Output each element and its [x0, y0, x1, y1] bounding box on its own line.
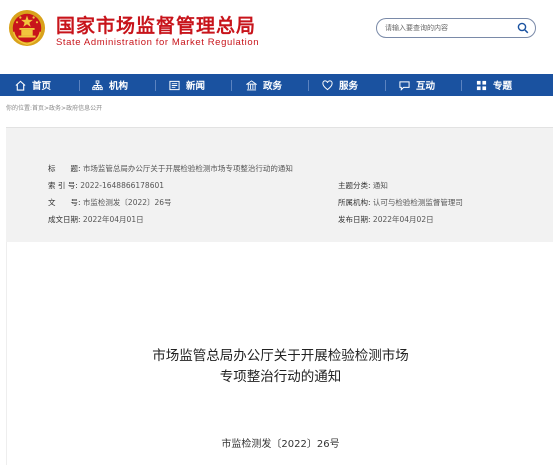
meta-created-row: 成文日期: 2022年04月01日 [48, 214, 144, 225]
site-header: 国家市场监督管理总局 State Administration for Mark… [0, 0, 553, 72]
nav-item-topic[interactable]: 专题 [476, 74, 512, 96]
nav-item-home[interactable]: 首页 [15, 74, 51, 96]
meta-published-label: 发布日期: [338, 215, 371, 224]
topic-icon [476, 80, 487, 90]
org-icon [92, 79, 103, 90]
breadcrumb[interactable]: 你的位置:首页>政务>政府信息公开 [6, 103, 102, 112]
main-nav: 首页 机构 新闻 政务 服务 互动 专题 [0, 74, 553, 96]
nav-label: 机构 [109, 81, 129, 92]
meta-topic-row: 主题分类: 通知 [338, 180, 388, 191]
meta-created-value: 2022年04月01日 [82, 215, 144, 224]
document-title-line: 专项整治行动的通知 [219, 369, 342, 385]
meta-docno-value: 市监检测发〔2022〕26号 [82, 198, 172, 207]
meta-index-label: 索 引 号: [48, 181, 78, 190]
nav-divider [308, 80, 309, 91]
meta-published-value: 2022年04月02日 [372, 215, 434, 224]
nav-divider [231, 80, 232, 91]
nav-label: 专题 [493, 81, 513, 92]
document-title: 市场监管总局办公厅关于开展检验检测市场 专项整治行动的通知 [7, 346, 553, 388]
meta-title-label: 标 题: [48, 164, 81, 173]
nav-divider [385, 80, 386, 91]
document-meta-panel: 标 题: 市场监管总局办公厅关于开展检验检测市场专项整治行动的通知 索 引 号:… [6, 127, 553, 243]
nav-item-news[interactable]: 新闻 [169, 74, 205, 96]
service-icon [322, 79, 333, 90]
nav-item-service[interactable]: 服务 [322, 74, 358, 96]
search-input[interactable] [385, 21, 510, 35]
document-number: 市监检测发〔2022〕26号 [221, 439, 340, 450]
nav-item-interact[interactable]: 互动 [399, 74, 435, 96]
meta-title-value: 市场监管总局办公厅关于开展检验检测市场专项整治行动的通知 [82, 164, 293, 173]
nav-label: 新闻 [186, 81, 206, 92]
nav-divider [79, 80, 80, 91]
home-icon [15, 80, 26, 91]
meta-topic-value: 通知 [372, 181, 388, 190]
nav-divider [461, 80, 462, 91]
search-icon[interactable] [517, 22, 529, 34]
site-title[interactable]: 国家市场监督管理总局 [56, 11, 256, 38]
document-title-line: 市场监管总局办公厅关于开展检验检测市场 [152, 348, 409, 364]
nav-label: 首页 [32, 81, 52, 92]
nav-item-org[interactable]: 机构 [92, 74, 128, 96]
meta-org-label: 所属机构: [338, 198, 371, 207]
nav-item-gov[interactable]: 政务 [246, 74, 282, 96]
meta-org-value: 认可与检验检测监督管理司 [372, 198, 463, 207]
nav-label: 服务 [339, 81, 359, 92]
meta-title-row: 标 题: 市场监管总局办公厅关于开展检验检测市场专项整治行动的通知 [48, 163, 293, 174]
meta-published-row: 发布日期: 2022年04月02日 [338, 214, 434, 225]
nav-label: 政务 [263, 81, 283, 92]
meta-created-label: 成文日期: [48, 215, 81, 224]
meta-docno-row: 文 号: 市监检测发〔2022〕26号 [48, 197, 172, 208]
search-box [376, 18, 536, 38]
meta-org-row: 所属机构: 认可与检验检测监督管理司 [338, 197, 463, 208]
meta-docno-label: 文 号: [48, 198, 81, 207]
nav-label: 互动 [416, 81, 436, 92]
meta-index-value: 2022-1648866178601 [80, 181, 165, 190]
interact-icon [399, 80, 410, 91]
meta-topic-label: 主题分类: [338, 181, 371, 190]
national-emblem-icon[interactable] [8, 9, 46, 47]
meta-index-row: 索 引 号: 2022-1648866178601 [48, 180, 164, 191]
news-icon [169, 80, 180, 90]
nav-divider [155, 80, 156, 91]
gov-icon [246, 79, 257, 90]
site-title-english: State Administration for Market Regulati… [56, 37, 260, 48]
document-body: 市场监管总局办公厅关于开展检验检测市场 专项整治行动的通知 市监检测发〔2022… [6, 242, 553, 465]
